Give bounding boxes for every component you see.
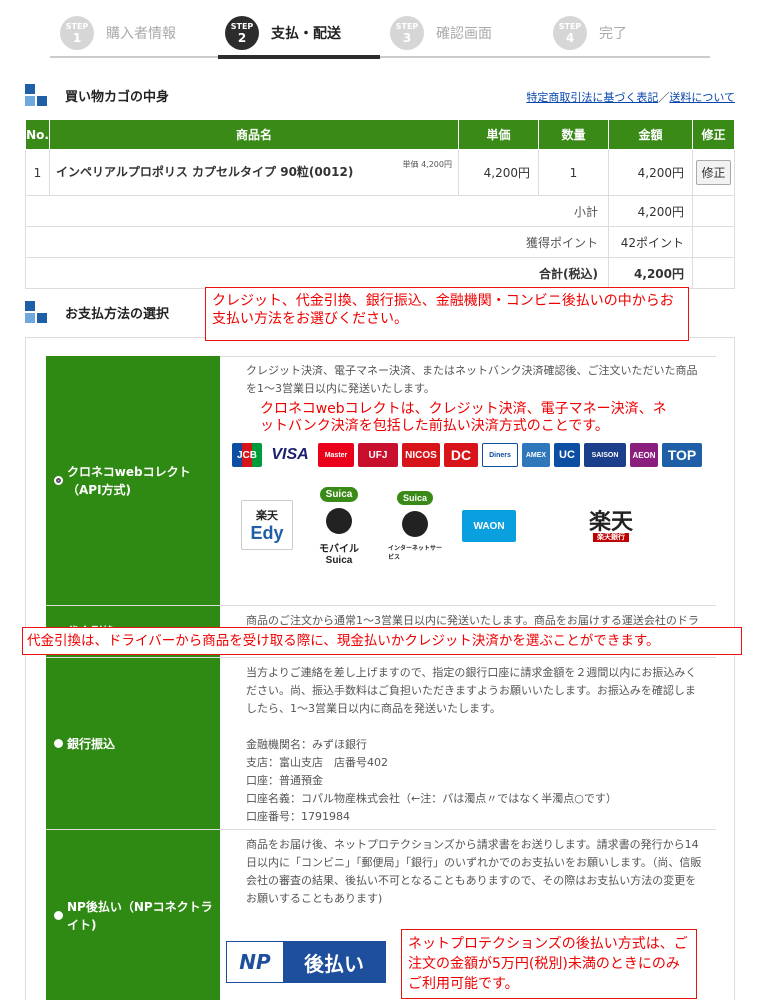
mobile-suica-logo: Suica モバイル Suica	[312, 480, 366, 572]
radio-icon[interactable]	[54, 911, 63, 920]
steps-active-indicator	[218, 55, 380, 59]
step-4: STEP 4 完了	[553, 10, 627, 56]
payment-method-label[interactable]: クロネコwebコレクト（API方式)	[46, 356, 220, 605]
nicos-logo: NICOS	[402, 443, 440, 467]
rakuten-bank-logo: 楽天 楽天銀行	[570, 505, 652, 547]
uc-logo: UC	[554, 443, 580, 467]
step-4-label: 完了	[599, 26, 627, 42]
jcb-logo: JCB	[232, 443, 262, 467]
item-amount: 4,200円	[608, 149, 693, 196]
cart-title: 買い物カゴの中身	[65, 89, 170, 105]
aeon-logo: AEON	[630, 443, 658, 467]
item-price: 4,200円	[458, 149, 539, 196]
item-name-cell: インペリアルプロポリス カプセルタイプ 90粒(0012) 単価 4,200円	[49, 149, 459, 196]
step-4-badge: STEP 4	[553, 16, 587, 50]
table-row: 1 インペリアルプロポリス カプセルタイプ 90粒(0012) 単価 4,200…	[25, 149, 735, 196]
cart-table: No. 商品名 単価 数量 金額 修正 1 インペリアルプロポリス カプセルタイ…	[25, 119, 735, 289]
visa-logo: VISA	[266, 443, 314, 467]
points-value: 42ポイント	[608, 226, 693, 258]
step-2: STEP 2 支払・配送	[225, 10, 341, 56]
subtotal-label: 小計	[25, 195, 609, 227]
item-no: 1	[25, 149, 50, 196]
cart-links: 特定商取引法に基づく表記／送料について	[526, 89, 735, 105]
total-value: 4,200円	[608, 257, 693, 289]
step-2-badge: STEP 2	[225, 16, 259, 50]
payment-method-bank[interactable]: 銀行振込 当方よりご連絡を差し上げますので、指定の銀行口座に請求金額を２週間以内…	[46, 658, 716, 830]
section-icon	[25, 84, 47, 106]
top-card-logo: TOP	[662, 443, 702, 467]
link-separator: ／	[658, 91, 670, 104]
annotation-cod: 代金引換は、ドライバーから商品を受け取る際に、現金払いかクレジット決済かを選ぶこ…	[22, 627, 742, 655]
step-1-badge: STEP 1	[60, 16, 94, 50]
cart-heading: 買い物カゴの中身	[25, 84, 169, 106]
rakuten-edy-logo: 楽天 Edy	[241, 500, 293, 550]
mastercard-logo: Master	[318, 443, 354, 467]
payment-title: お支払方法の選択	[65, 306, 170, 322]
saison-logo: SAISON	[584, 443, 626, 467]
dc-logo: DC	[444, 443, 478, 467]
header-fix: 修正	[692, 119, 735, 150]
radio-selected-icon[interactable]	[54, 476, 63, 485]
cart-header-row: No. 商品名 単価 数量 金額 修正	[25, 119, 735, 150]
points-label: 獲得ポイント	[25, 226, 609, 258]
bank-line: 金融機関名：みずほ銀行	[246, 738, 367, 751]
radio-icon[interactable]	[54, 739, 63, 748]
subtotal-row: 小計 4,200円	[25, 195, 735, 227]
annotation-kuroneko: クロネコwebコレクトは、クレジット決済、電子マネー決済、ネットバンク決済を包括…	[256, 401, 676, 437]
points-row: 獲得ポイント 42ポイント	[25, 226, 735, 258]
step-3-badge: STEP 3	[390, 16, 424, 50]
shipping-link[interactable]: 送料について	[669, 91, 735, 104]
bank-line: 口座番号：1791984	[246, 810, 350, 823]
annotation-payment-select: クレジット、代金引換、銀行振込、金融機関・コンビニ後払いの中からお支払い方法をお…	[205, 287, 689, 341]
step-1-label: 購入者情報	[106, 26, 176, 42]
step-1: STEP 1 購入者情報	[60, 10, 176, 56]
item-qty: 1	[538, 149, 609, 196]
header-qty: 数量	[538, 119, 609, 150]
bank-line: 口座名義：コパル物産株式会社（←注：パは濁点〃ではなく半濁点○です）	[246, 792, 617, 805]
waon-logo: WAON	[462, 510, 516, 542]
payment-method-label[interactable]: NP後払い（NPコネクトライト)	[46, 830, 220, 1000]
suica-internet-logo: Suica インターネットサービス	[388, 480, 442, 572]
steps-divider	[50, 56, 710, 58]
payment-method-kuroneko[interactable]: クロネコwebコレクト（API方式) クレジット決済、電子マネー決済、またはネッ…	[46, 356, 716, 606]
total-label: 合計(税込)	[25, 257, 609, 289]
amex-logo: AMEX	[522, 443, 550, 467]
subtotal-value: 4,200円	[608, 195, 693, 227]
checkout-steps: STEP 1 購入者情報 STEP 2 支払・配送 STEP 3 確認画面 STEP 4…	[50, 10, 710, 59]
step-3-label: 確認画面	[436, 26, 492, 42]
header-amount: 金額	[608, 119, 693, 150]
item-name: インペリアルプロポリス カプセルタイプ 90粒(0012)	[56, 165, 354, 179]
total-row: 合計(税込) 4,200円	[25, 257, 735, 289]
header-name: 商品名	[49, 119, 459, 150]
fix-button[interactable]: 修正	[696, 160, 731, 185]
item-unit-price-small: 単価 4,200円	[402, 160, 452, 169]
np-atobarai-logo: NP 後払い	[226, 941, 386, 983]
ufj-logo: UFJ	[358, 443, 398, 467]
law-link[interactable]: 特定商取引法に基づく表記	[526, 91, 658, 104]
payment-method-label[interactable]: 銀行振込	[46, 658, 220, 829]
payment-heading: お支払方法の選択	[25, 301, 169, 323]
payment-method-desc: 商品をお届け後、ネットプロテクションズから請求書をお送りします。請求書の発行から…	[246, 838, 702, 905]
annotation-np: ネットプロテクションズの後払い方式は、ご注文の金額が5万円(税別)未満のときにの…	[401, 929, 697, 999]
payment-method-desc: クレジット決済、電子マネー決済、またはネットバンク決済確認後、ご注文いただいた商…	[246, 364, 698, 395]
payment-method-desc: 当方よりご連絡を差し上げますので、指定の銀行口座に請求金額を２週間以内にお振込み…	[246, 658, 706, 826]
item-fix-cell: 修正	[692, 149, 735, 196]
step-2-label: 支払・配送	[271, 26, 341, 42]
bank-line: 支店：富山支店 店番号402	[246, 756, 388, 769]
header-price: 単価	[458, 119, 539, 150]
step-3: STEP 3 確認画面	[390, 10, 492, 56]
bank-line: 口座：普通預金	[246, 774, 323, 787]
diners-logo: Diners	[482, 443, 518, 467]
section-icon	[25, 301, 47, 323]
header-no: No.	[25, 119, 50, 150]
